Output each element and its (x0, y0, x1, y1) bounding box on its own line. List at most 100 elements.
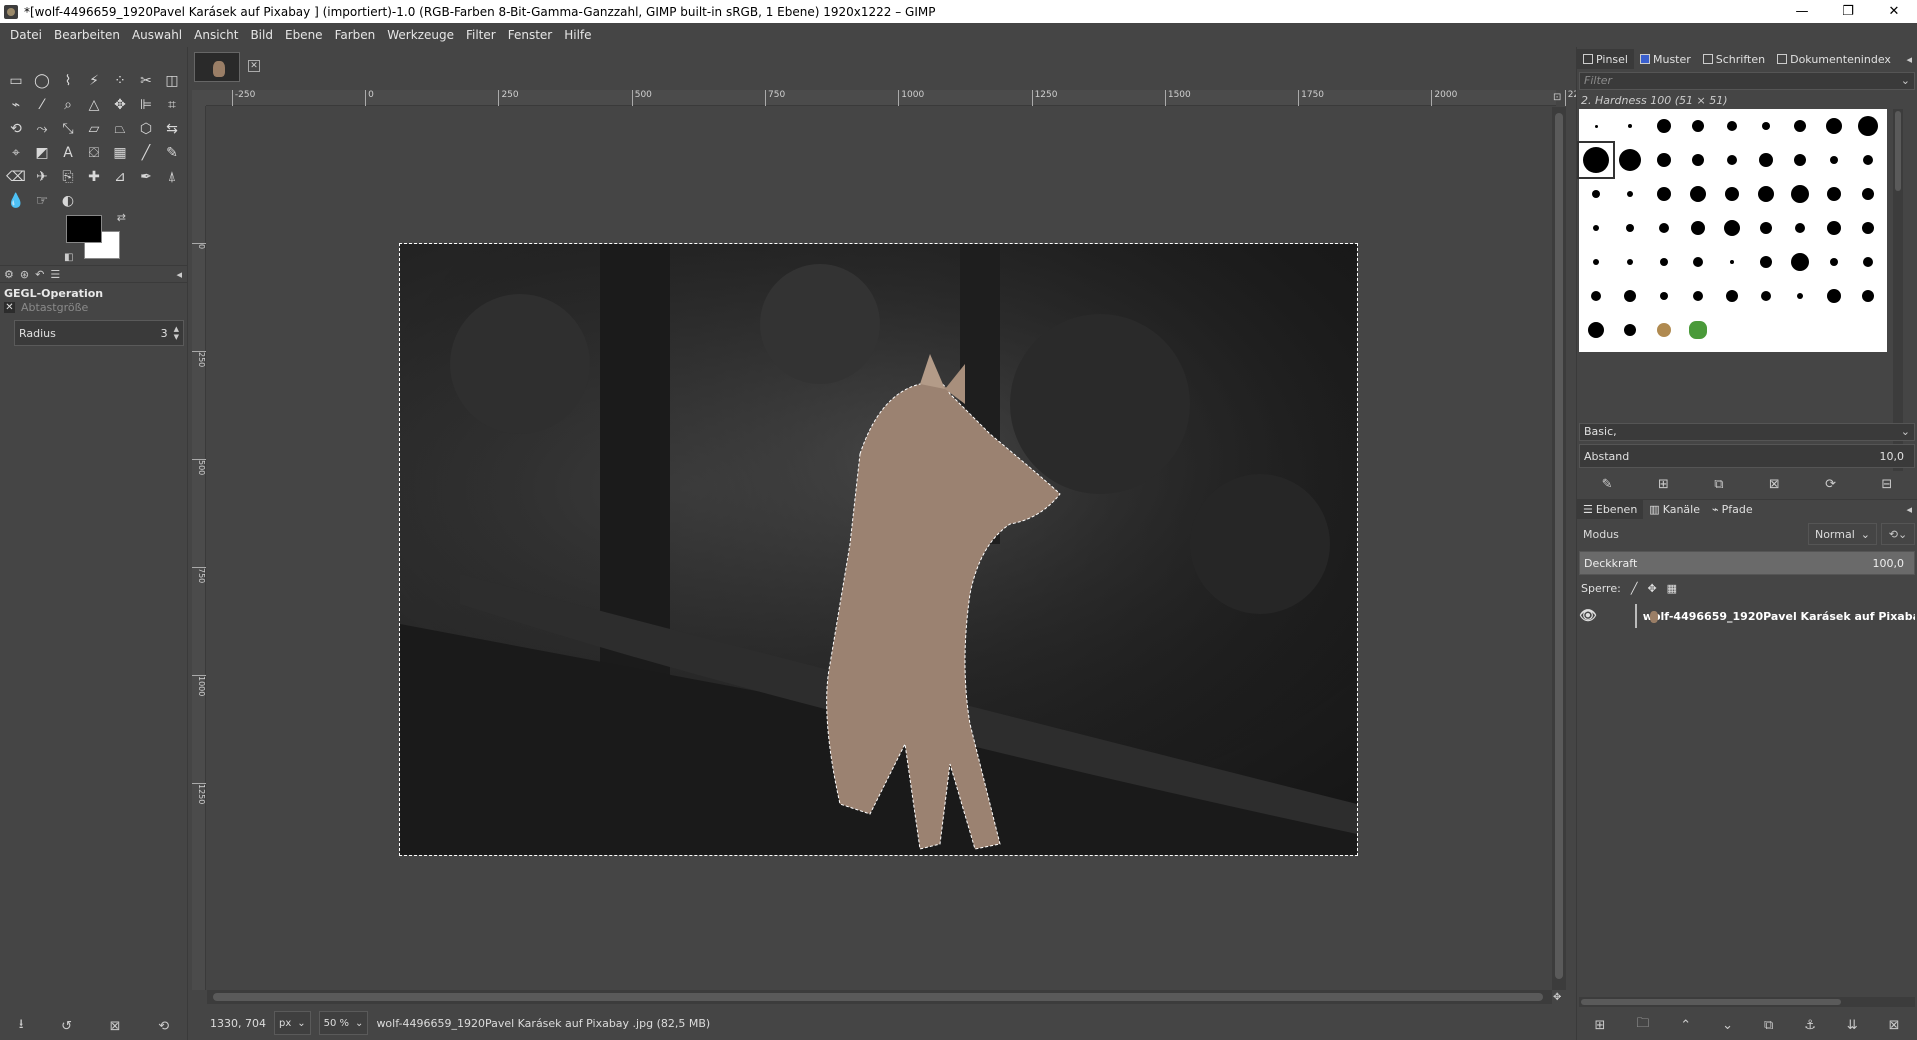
brush-swatch[interactable] (1783, 211, 1817, 245)
brush-tags-field[interactable]: Basic, ⌄ (1579, 423, 1915, 441)
tab-pinsel[interactable]: Pinsel (1577, 49, 1634, 69)
close-button[interactable]: ✕ (1871, 0, 1917, 23)
ellipse-select-icon[interactable]: ◯ (29, 69, 55, 93)
align-icon[interactable]: ⊫ (133, 93, 159, 117)
brush-swatch[interactable] (1613, 177, 1647, 211)
mode-select[interactable]: Normal ⌄ (1807, 523, 1877, 545)
color-picker-icon[interactable]: ⁄ (29, 93, 55, 117)
lock-position-icon[interactable]: ✥ (1647, 582, 1656, 595)
merge-layer-icon[interactable]: ⇊ (1847, 1018, 1858, 1033)
swap-colors-icon[interactable]: ⇄ (117, 211, 126, 224)
brush-swatch[interactable] (1647, 177, 1681, 211)
measure-icon[interactable]: △ (81, 93, 107, 117)
brush-swatch[interactable] (1681, 177, 1715, 211)
brush-swatch[interactable] (1647, 313, 1681, 347)
brush-swatch[interactable] (1681, 109, 1715, 143)
tab-dokumentenindex[interactable]: Dokumentenindex (1771, 49, 1897, 69)
radius-field[interactable]: Radius 3 ▲ ▼ (14, 320, 184, 346)
unified-transform-icon[interactable]: ⟲ (3, 117, 29, 141)
tab-muster[interactable]: Muster (1634, 49, 1697, 69)
rect-select-icon[interactable]: ▭ (3, 69, 29, 93)
brush-swatch[interactable] (1749, 109, 1783, 143)
undo-history-tab-icon[interactable]: ↶ (35, 268, 44, 281)
brush-swatch[interactable] (1681, 313, 1715, 347)
save-options-icon[interactable]: ⭳ (19, 1015, 24, 1037)
brush-swatch[interactable] (1817, 177, 1851, 211)
crop-icon[interactable]: ⌗ (159, 93, 185, 117)
brush-swatch[interactable] (1613, 143, 1647, 177)
brush-swatch[interactable] (1613, 279, 1647, 313)
anchor-layer-icon[interactable]: ⚓ (1804, 1018, 1816, 1033)
free-select-icon[interactable]: ⌇ (55, 69, 81, 93)
edit-brush-icon[interactable]: ✎ (1602, 477, 1613, 492)
pencil-icon[interactable]: ✎ (159, 141, 185, 165)
radius-spinner[interactable]: ▲ ▼ (174, 325, 179, 341)
close-tab-icon[interactable]: ✕ (248, 60, 260, 72)
mode-switch-icon[interactable]: ⟲⌄ (1881, 523, 1915, 545)
brush-swatch[interactable] (1749, 279, 1783, 313)
device-status-tab-icon[interactable]: ⊛ (20, 268, 29, 281)
brush-swatch[interactable] (1851, 245, 1885, 279)
opacity-value[interactable]: 100,0 (1873, 557, 1905, 570)
tool-options-tab-icon[interactable]: ⚙ (4, 268, 14, 281)
duplicate-brush-icon[interactable]: ⧉ (1714, 477, 1723, 492)
opacity-field[interactable]: Deckkraft 100,0 (1579, 551, 1915, 575)
perspective-clone-icon[interactable]: ⊿ (107, 165, 133, 189)
ruler-corner[interactable] (192, 90, 206, 106)
brush-swatch[interactable] (1783, 279, 1817, 313)
minimize-button[interactable]: — (1779, 0, 1825, 23)
vertical-scrollbar[interactable] (1552, 107, 1566, 990)
tab-ebenen[interactable]: ☰ Ebenen (1577, 499, 1644, 519)
new-layer-icon[interactable]: ⊞ (1594, 1018, 1605, 1033)
brush-swatch[interactable] (1613, 245, 1647, 279)
default-colors-icon[interactable]: ◧ (64, 252, 73, 263)
blur-icon[interactable]: 💧 (3, 189, 29, 213)
paintbrush-icon[interactable]: ╱ (133, 141, 159, 165)
brush-swatch[interactable] (1647, 245, 1681, 279)
reset-options-icon[interactable]: ⟲ (158, 1019, 169, 1034)
restore-options-icon[interactable]: ↺ (61, 1019, 72, 1034)
visibility-eye-icon[interactable]: 👁 (1579, 608, 1597, 624)
brush-swatch[interactable] (1715, 279, 1749, 313)
navigate-icon[interactable]: ✥ (1553, 992, 1565, 1004)
brush-swatch[interactable] (1783, 245, 1817, 279)
brush-swatch[interactable] (1851, 143, 1885, 177)
lock-pixels-icon[interactable]: ╱ (1631, 582, 1638, 595)
text-tool-icon[interactable]: A (55, 141, 81, 165)
brush-swatch[interactable] (1681, 245, 1715, 279)
brush-swatch[interactable] (1681, 143, 1715, 177)
brush-swatch[interactable] (1579, 177, 1613, 211)
mypaint-brush-icon[interactable]: ⍋ (159, 165, 185, 189)
spacing-field[interactable]: Abstand 10,0 (1579, 444, 1915, 468)
by-color-select-icon[interactable]: ⁘ (107, 69, 133, 93)
brush-swatch[interactable] (1817, 245, 1851, 279)
brush-swatch[interactable] (1579, 279, 1613, 313)
brush-swatch[interactable] (1715, 177, 1749, 211)
foreground-color[interactable] (66, 215, 102, 243)
brush-swatch[interactable] (1577, 141, 1615, 179)
brush-swatch[interactable] (1817, 279, 1851, 313)
brush-swatch[interactable] (1715, 245, 1749, 279)
brush-swatch[interactable] (1817, 211, 1851, 245)
brush-swatch[interactable] (1749, 177, 1783, 211)
brush-swatch[interactable] (1613, 109, 1647, 143)
menu-auswahl[interactable]: Auswahl (126, 23, 188, 47)
dock-config-icon[interactable]: ◂ (1906, 503, 1912, 516)
brush-swatch[interactable] (1681, 279, 1715, 313)
dodge-burn-icon[interactable]: ◐ (55, 189, 81, 213)
brush-swatch[interactable] (1817, 109, 1851, 143)
brush-swatch[interactable] (1851, 279, 1885, 313)
spacing-value[interactable]: 10,0 (1880, 450, 1905, 463)
brush-swatch[interactable] (1647, 143, 1681, 177)
menu-hilfe[interactable]: Hilfe (558, 23, 597, 47)
tab-pfade[interactable]: ⌁ Pfade (1706, 499, 1759, 519)
move-icon[interactable]: ✥ (107, 93, 133, 117)
horizontal-scrollbar[interactable] (207, 990, 1552, 1004)
menu-farben[interactable]: Farben (329, 23, 382, 47)
menu-datei[interactable]: Datei (4, 23, 48, 47)
brush-swatch[interactable] (1579, 245, 1613, 279)
menu-bearbeiten[interactable]: Bearbeiten (48, 23, 126, 47)
radius-value[interactable]: 3 (161, 327, 168, 340)
foreground-select-icon[interactable]: ◫ (159, 69, 185, 93)
new-brush-icon[interactable]: ⊞ (1658, 477, 1669, 492)
